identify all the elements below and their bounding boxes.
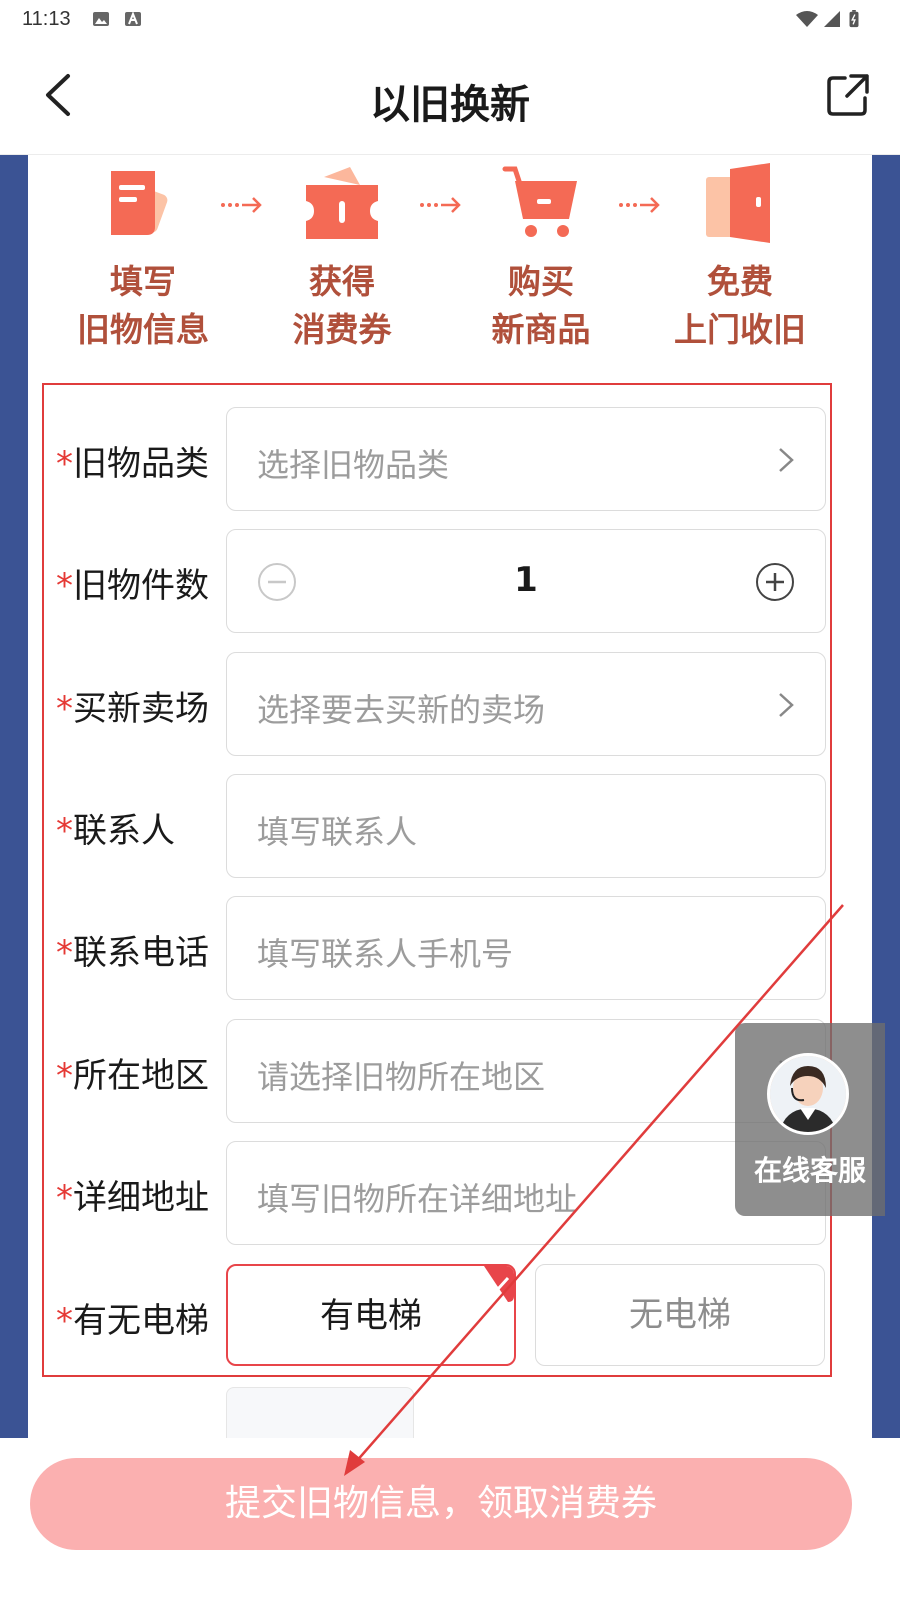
required-mark: *: [56, 811, 73, 851]
cart-icon: [502, 166, 577, 237]
required-mark: *: [56, 444, 73, 484]
phone-placeholder: 填写联系人手机号: [257, 935, 514, 973]
elevator-no-label: 无电梯: [629, 1295, 731, 1335]
required-mark: *: [56, 1301, 73, 1341]
required-mark: *: [56, 689, 73, 729]
address-label: *详细地址: [56, 1170, 209, 1219]
arrow-icon: [619, 197, 660, 213]
customer-service-widget[interactable]: 在线客服: [735, 1023, 885, 1216]
submit-button[interactable]: 提交旧物信息，领取消费券: [30, 1458, 852, 1550]
contact-input[interactable]: 填写联系人: [226, 774, 826, 878]
ticket-icon: [306, 167, 378, 239]
battery-icon: [849, 10, 859, 28]
form-icon: [111, 171, 168, 235]
phone-label-text: 联系电话: [73, 933, 209, 973]
category-select[interactable]: 选择旧物品类: [226, 407, 826, 511]
elevator-yes-option[interactable]: 有电梯: [226, 1264, 516, 1366]
elevator-label: *有无电梯: [56, 1293, 209, 1342]
elevator-yes-label: 有电梯: [320, 1296, 422, 1336]
page-title: 以旧换新: [370, 82, 530, 128]
address-label-text: 详细地址: [73, 1178, 209, 1218]
region-label: *所在地区: [56, 1048, 209, 1097]
step-label-line1: 填写: [110, 262, 176, 301]
headset-agent-icon: [770, 1056, 846, 1132]
required-mark: *: [56, 566, 73, 606]
category-label: *旧物品类: [56, 436, 209, 485]
contact-label: *联系人: [56, 803, 175, 852]
store-placeholder: 选择要去买新的卖场: [257, 691, 546, 729]
required-mark: *: [56, 933, 73, 973]
quantity-value: 1: [514, 560, 538, 600]
step-label-line1: 购买: [508, 262, 574, 301]
agent-avatar: [767, 1053, 849, 1135]
step-label-line1: 免费: [707, 262, 773, 301]
required-mark: *: [56, 1178, 73, 1218]
customer-service-label: 在线客服: [753, 1154, 866, 1187]
gallery-icon: [93, 12, 109, 26]
door-icon: [706, 163, 770, 243]
quantity-label-text: 旧物件数: [73, 566, 209, 606]
elevator-no-option[interactable]: 无电梯: [535, 1264, 825, 1366]
step-label-line2: 新商品: [491, 310, 591, 349]
chevron-right-icon: [779, 448, 794, 472]
share-icon[interactable]: [825, 72, 871, 118]
store-label: *买新卖场: [56, 681, 209, 730]
step-label-line2: 上门收旧: [674, 310, 806, 349]
store-select[interactable]: 选择要去买新的卖场: [226, 652, 826, 756]
quantity-stepper: 1: [226, 529, 826, 633]
phone-input[interactable]: 填写联系人手机号: [226, 896, 826, 1000]
plus-circle-icon[interactable]: [755, 562, 795, 602]
wifi-icon: [796, 11, 818, 27]
required-mark: *: [56, 1056, 73, 1096]
region-label-text: 所在地区: [73, 1056, 209, 1096]
store-label-text: 买新卖场: [73, 689, 209, 729]
address-placeholder: 填写旧物所在详细地址: [257, 1180, 578, 1218]
phone-label: *联系电话: [56, 925, 209, 974]
step-label-line1: 获得: [309, 262, 375, 301]
signal-icon: [824, 11, 840, 27]
arrow-icon: [221, 197, 262, 213]
category-label-text: 旧物品类: [73, 444, 209, 484]
region-placeholder: 请选择旧物所在地区: [257, 1058, 546, 1096]
quantity-label: *旧物件数: [56, 558, 209, 607]
check-icon: [484, 1266, 514, 1302]
font-icon: [125, 11, 141, 26]
category-placeholder: 选择旧物品类: [257, 446, 450, 484]
step-label-line2: 消费券: [292, 310, 392, 349]
status-bar: 11:13: [0, 0, 900, 40]
contact-placeholder: 填写联系人: [257, 813, 418, 851]
step-label-line2: 旧物信息: [77, 310, 209, 349]
contact-label-text: 联系人: [73, 811, 175, 851]
nav-bar: 以旧换新: [0, 40, 900, 155]
chevron-right-icon: [779, 693, 794, 717]
elevator-label-text: 有无电梯: [73, 1301, 209, 1341]
process-steps: 填写 旧物信息 获得 消费券 购买 新商品 免费 上门收旧: [28, 155, 872, 375]
arrow-icon: [420, 197, 461, 213]
status-time: 11:13: [22, 8, 71, 30]
